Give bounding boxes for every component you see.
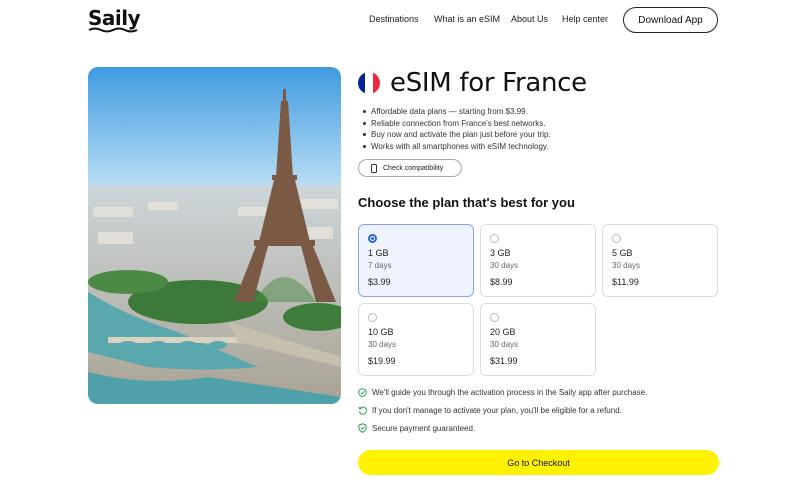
nav-help-center[interactable]: Help center <box>562 14 608 24</box>
plan-price: $3.99 <box>368 277 391 287</box>
plan-radio[interactable] <box>490 234 499 243</box>
plan-radio[interactable] <box>368 313 377 322</box>
plan-duration: 7 days <box>368 261 392 270</box>
hero-image <box>88 67 341 404</box>
plan-card-1gb[interactable]: 1 GB 7 days $3.99 <box>358 224 474 297</box>
plan-duration: 30 days <box>490 261 519 270</box>
plan-duration: 30 days <box>368 340 397 349</box>
check-circle-icon <box>358 388 367 397</box>
guarantee-text: We'll guide you through the activation p… <box>372 388 648 397</box>
nav-about-us[interactable]: About Us <box>511 14 548 24</box>
check-compatibility-button[interactable]: Check compatibility <box>358 159 462 177</box>
plan-duration: 30 days <box>612 261 641 270</box>
feature-item: Works with all smartphones with eSIM tec… <box>362 142 551 154</box>
guarantee-item: We'll guide you through the activation p… <box>358 388 647 397</box>
france-flag-icon <box>358 72 380 94</box>
plan-radio[interactable] <box>368 234 377 243</box>
plan-price: $31.99 <box>490 356 518 366</box>
plan-data: 3 GB <box>490 248 511 258</box>
shield-check-icon <box>358 423 367 433</box>
plan-radio[interactable] <box>612 234 621 243</box>
guarantee-text: If you don't manage to activate your pla… <box>372 406 622 415</box>
checkout-button[interactable]: Go to Checkout <box>358 450 719 475</box>
plan-data: 20 GB <box>490 327 516 337</box>
page-title: eSIM for France <box>390 68 587 98</box>
guarantee-text: Secure payment guaranteed. <box>372 423 476 433</box>
nav-what-is-esim[interactable]: What is an eSIM <box>434 14 500 24</box>
guarantee-item: Secure payment guaranteed. <box>358 423 475 433</box>
plan-card-3gb[interactable]: 3 GB 30 days $8.99 <box>480 224 596 297</box>
plan-data: 5 GB <box>612 248 633 258</box>
plan-data: 1 GB <box>368 248 389 258</box>
check-compatibility-label: Check compatibility <box>383 164 444 172</box>
plan-card-5gb[interactable]: 5 GB 30 days $11.99 <box>602 224 718 297</box>
product-title-row: eSIM for France <box>358 68 587 98</box>
feature-item: Buy now and activate the plan just befor… <box>362 130 551 142</box>
top-header: Saily Destinations What is an eSIM About… <box>0 0 800 40</box>
plan-card-20gb[interactable]: 20 GB 30 days $31.99 <box>480 303 596 376</box>
plans-heading: Choose the plan that's best for you <box>358 195 575 210</box>
phone-icon <box>371 163 377 173</box>
guarantee-item: If you don't manage to activate your pla… <box>358 406 622 415</box>
plan-duration: 30 days <box>490 340 519 349</box>
download-app-button[interactable]: Download App <box>623 7 718 33</box>
plan-radio[interactable] <box>490 313 499 322</box>
plan-data: 10 GB <box>368 327 394 337</box>
nav-destinations[interactable]: Destinations <box>369 14 419 24</box>
plan-price: $8.99 <box>490 277 513 287</box>
feature-item: Reliable connection from France's best n… <box>362 119 551 131</box>
plan-price: $19.99 <box>368 356 396 366</box>
refund-icon <box>358 406 367 415</box>
logo-wave-icon <box>88 27 138 33</box>
feature-list: Affordable data plans — starting from $3… <box>362 107 551 153</box>
plan-price: $11.99 <box>612 277 639 287</box>
feature-item: Affordable data plans — starting from $3… <box>362 107 551 119</box>
plan-card-10gb[interactable]: 10 GB 30 days $19.99 <box>358 303 474 376</box>
